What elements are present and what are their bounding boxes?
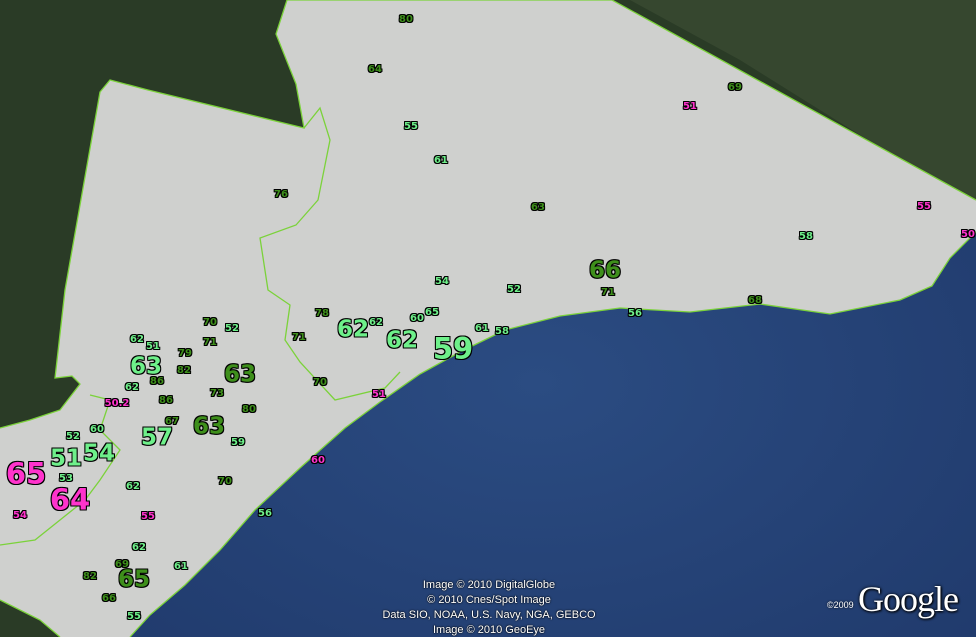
- google-logo[interactable]: Google: [858, 578, 959, 620]
- result-label: 71: [601, 287, 615, 298]
- result-label: 62: [369, 317, 383, 328]
- result-label: 54: [82, 440, 116, 467]
- result-label: 70: [203, 317, 217, 328]
- result-label: 55: [404, 121, 418, 132]
- result-label: 51: [372, 389, 386, 400]
- result-label: 62: [336, 316, 370, 343]
- result-label: 69: [728, 82, 742, 93]
- result-label: 54: [435, 276, 449, 287]
- result-label: 64: [368, 64, 382, 75]
- result-label: 50: [961, 229, 975, 240]
- result-label: 62: [130, 334, 144, 345]
- result-label: 52: [507, 284, 521, 295]
- attribution-line: Image © 2010 DigitalGlobe: [422, 579, 556, 591]
- result-label: 65: [5, 456, 47, 491]
- result-label: 70: [313, 377, 327, 388]
- result-label: 50.2: [104, 398, 130, 409]
- result-label: 63: [192, 413, 226, 440]
- result-label: 62: [126, 481, 140, 492]
- result-label: 51: [683, 101, 697, 112]
- result-label: 86: [159, 395, 173, 406]
- result-label: 82: [83, 571, 97, 582]
- result-label: 73: [210, 388, 224, 399]
- result-label: 56: [258, 508, 272, 519]
- result-label: 60: [410, 313, 424, 324]
- result-label: 57: [140, 424, 174, 451]
- result-label: 62: [125, 382, 139, 393]
- result-label: 66: [102, 593, 116, 604]
- result-label: 70: [218, 476, 232, 487]
- result-label: 55: [127, 611, 141, 622]
- result-label: 52: [225, 323, 239, 334]
- result-label: 71: [203, 337, 217, 348]
- result-label: 52: [66, 431, 80, 442]
- result-label: 78: [315, 308, 329, 319]
- result-label: 61: [174, 561, 188, 572]
- result-label: 66: [588, 257, 622, 284]
- result-label: 82: [177, 365, 191, 376]
- result-label: 60: [90, 424, 104, 435]
- result-label: 65: [425, 307, 439, 318]
- result-label: 58: [799, 231, 813, 242]
- result-label: 68: [748, 295, 762, 306]
- satellite-base-map[interactable]: [0, 0, 976, 637]
- result-label: 62: [385, 327, 419, 354]
- attribution-line: Image © 2010 GeoEye: [432, 624, 546, 636]
- result-label: 80: [242, 404, 256, 415]
- result-label: 61: [434, 155, 448, 166]
- attribution-line: © 2010 Cnes/Spot Image: [427, 594, 551, 606]
- result-label: 61: [475, 323, 489, 334]
- logo-copyright: ©2009: [827, 600, 854, 610]
- attribution-line: Data SIO, NOAA, U.S. Navy, NGA, GEBCO: [382, 609, 596, 621]
- result-label: 65: [117, 566, 151, 593]
- result-label: 62: [132, 542, 146, 553]
- result-label: 60: [311, 455, 325, 466]
- result-label: 51: [146, 341, 160, 352]
- result-label: 86: [150, 376, 164, 387]
- result-label: 63: [223, 361, 257, 388]
- result-label: 58: [495, 326, 509, 337]
- result-label: 63: [531, 202, 545, 213]
- map-view[interactable]: 80 64 69 51 55 61 76 63 55 58 50 66 54 52 71 68 56 78 65 62…: [0, 0, 976, 637]
- result-label: 54: [13, 510, 27, 521]
- result-label: 71: [292, 332, 306, 343]
- result-label: 51: [49, 445, 83, 472]
- result-label: 55: [141, 511, 155, 522]
- result-label: 55: [917, 201, 931, 212]
- result-label: 56: [628, 308, 642, 319]
- result-label: 79: [178, 348, 192, 359]
- result-label: 64: [49, 482, 91, 517]
- result-label: 59: [231, 437, 245, 448]
- result-label: 59: [432, 331, 474, 366]
- result-label: 80: [399, 14, 413, 25]
- result-label: 76: [274, 189, 288, 200]
